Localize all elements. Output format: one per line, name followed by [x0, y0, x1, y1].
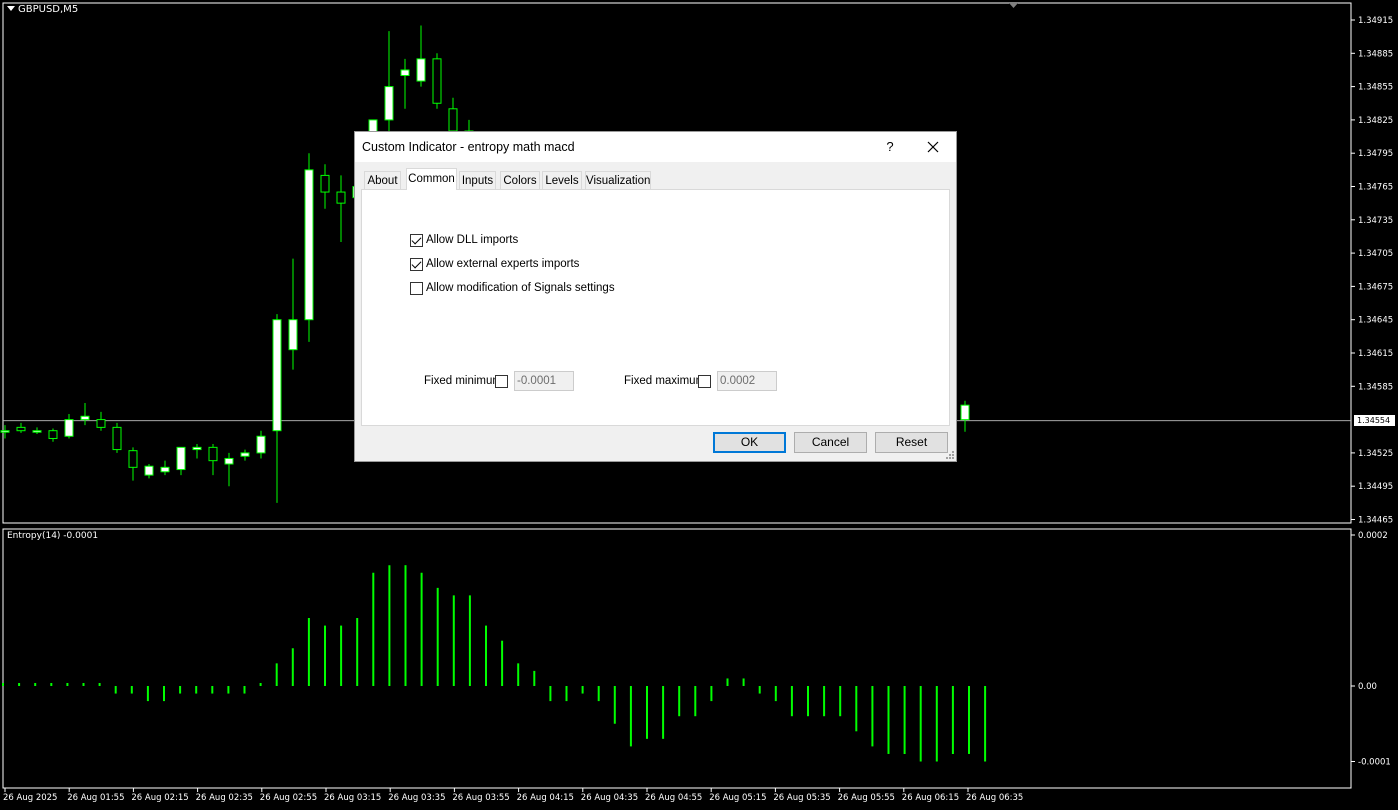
- dialog-titlebar[interactable]: Custom Indicator - entropy math macd ?: [355, 132, 956, 162]
- candle-body: [320, 174, 330, 193]
- time-axis-label: 26 Aug 05:15: [709, 793, 766, 803]
- common-tab-panel: Allow DLL imports Allow external experts…: [361, 189, 950, 426]
- time-axis-label: 26 Aug 04:35: [581, 793, 638, 803]
- tab-visualization[interactable]: Visualization: [585, 171, 651, 189]
- time-axis-label: 26 Aug 03:15: [324, 793, 381, 803]
- price-axis-label: 1.34705: [1358, 249, 1393, 259]
- candle-body: [16, 426, 26, 432]
- candle-body: [304, 169, 314, 321]
- time-axis-label: 26 Aug 04:55: [645, 793, 702, 803]
- cancel-button[interactable]: Cancel: [794, 432, 867, 453]
- candle-body: [224, 457, 234, 465]
- candle-body: [272, 319, 282, 432]
- time-axis-label: 26 Aug 04:15: [517, 793, 574, 803]
- allow-dll-imports-label[interactable]: Allow DLL imports: [426, 234, 518, 246]
- candle-body: [192, 446, 202, 451]
- price-axis-label: 1.34855: [1358, 83, 1393, 93]
- candle-body: [400, 69, 410, 76]
- fixed-maximum-label: Fixed maximum: [624, 375, 706, 387]
- candle-body: [384, 86, 394, 121]
- candle-body: [288, 319, 298, 351]
- current-price-tag: 1.34554: [1354, 415, 1395, 426]
- tab-common[interactable]: Common: [406, 168, 457, 190]
- allow-signals-modification-checkbox[interactable]: [410, 282, 423, 295]
- indicator-pane-frame: [2, 528, 1352, 789]
- time-axis-label: 26 Aug 05:35: [773, 793, 830, 803]
- candle-body: [80, 415, 90, 421]
- allow-dll-imports-checkbox[interactable]: [410, 234, 423, 247]
- candle-body: [48, 430, 58, 439]
- candle-body: [432, 58, 442, 104]
- time-axis-label: 26 Aug 2025: [3, 793, 57, 803]
- price-axis-label: 1.34825: [1358, 116, 1393, 126]
- price-axis-label: 1.34525: [1358, 449, 1393, 459]
- time-axis-label: 26 Aug 02:55: [260, 793, 317, 803]
- price-axis-label: 1.34795: [1358, 149, 1393, 159]
- allow-external-experts-label[interactable]: Allow external experts imports: [426, 258, 579, 270]
- indicator-label: Entropy(14) -0.0001: [7, 531, 99, 541]
- candle-body: [32, 430, 42, 433]
- time-axis-label: 26 Aug 06:35: [966, 793, 1023, 803]
- time-axis-label: 26 Aug 01:55: [67, 793, 124, 803]
- price-axis-label: 1.34675: [1358, 282, 1393, 292]
- candle-body: [96, 419, 106, 428]
- price-axis-label: 1.34735: [1358, 216, 1393, 226]
- time-axis-label: 26 Aug 05:55: [838, 793, 895, 803]
- price-axis-label: 1.34915: [1358, 16, 1393, 26]
- indicator-axis-label: 0.0002: [1358, 531, 1388, 541]
- candle-body: [160, 466, 170, 473]
- candle-body: [448, 108, 458, 132]
- time-axis-label: 26 Aug 02:35: [196, 793, 253, 803]
- candle-body: [144, 465, 154, 476]
- fixed-maximum-checkbox[interactable]: [698, 375, 711, 388]
- price-axis-label: 1.34765: [1358, 183, 1393, 193]
- candle-body: [240, 452, 250, 457]
- candle-body: [112, 426, 122, 451]
- tab-levels[interactable]: Levels: [542, 171, 582, 189]
- candle-body: [960, 404, 970, 421]
- allow-signals-modification-label[interactable]: Allow modification of Signals settings: [426, 282, 615, 294]
- time-axis-label: 26 Aug 06:15: [902, 793, 959, 803]
- price-axis-label: 1.34615: [1358, 349, 1393, 359]
- resize-grip-icon[interactable]: [946, 451, 955, 460]
- candle-body: [336, 191, 346, 204]
- ok-button[interactable]: OK: [713, 432, 786, 453]
- candle-body: [416, 58, 426, 82]
- checkmark-icon: [411, 258, 422, 269]
- dropdown-triangle-icon[interactable]: [7, 6, 15, 11]
- time-axis-label: 26 Aug 02:15: [131, 793, 188, 803]
- fixed-minimum-label: Fixed minimum: [424, 375, 502, 387]
- price-axis-label: 1.34645: [1358, 316, 1393, 326]
- custom-indicator-dialog: Custom Indicator - entropy math macd ? A…: [354, 131, 957, 462]
- candle-body: [256, 435, 266, 454]
- fixed-minimum-checkbox[interactable]: [495, 375, 508, 388]
- candle-body: [64, 419, 74, 437]
- tab-colors[interactable]: Colors: [500, 171, 540, 189]
- shift-marker-icon[interactable]: [1009, 3, 1018, 8]
- candle-body: [208, 446, 218, 462]
- price-axis-label: 1.34885: [1358, 49, 1393, 59]
- candle-body: [176, 446, 186, 471]
- tab-inputs[interactable]: Inputs: [459, 171, 496, 189]
- time-axis-label: 26 Aug 03:55: [452, 793, 509, 803]
- help-button[interactable]: ?: [884, 139, 896, 154]
- indicator-axis-label: 0.00: [1358, 682, 1377, 692]
- price-axis-label: 1.34495: [1358, 482, 1393, 492]
- time-axis-label: 26 Aug 03:35: [388, 793, 445, 803]
- symbol-label-text: GBPUSD,M5: [18, 4, 79, 15]
- dialog-title: Custom Indicator - entropy math macd: [362, 140, 575, 154]
- fixed-minimum-input[interactable]: -0.0001: [514, 371, 574, 391]
- price-axis-label: 1.34465: [1358, 516, 1393, 526]
- allow-external-experts-checkbox[interactable]: [410, 258, 423, 271]
- checkmark-icon: [411, 234, 422, 245]
- tab-about[interactable]: About: [364, 171, 401, 189]
- price-axis-label: 1.34585: [1358, 382, 1393, 392]
- close-icon[interactable]: [923, 137, 943, 157]
- fixed-maximum-input[interactable]: 0.0002: [717, 371, 777, 391]
- reset-button[interactable]: Reset: [875, 432, 948, 453]
- symbol-label[interactable]: GBPUSD,M5: [7, 4, 78, 15]
- candle-body: [128, 450, 138, 468]
- indicator-axis-label: -0.0001: [1358, 758, 1391, 768]
- candle-body: [0, 430, 10, 433]
